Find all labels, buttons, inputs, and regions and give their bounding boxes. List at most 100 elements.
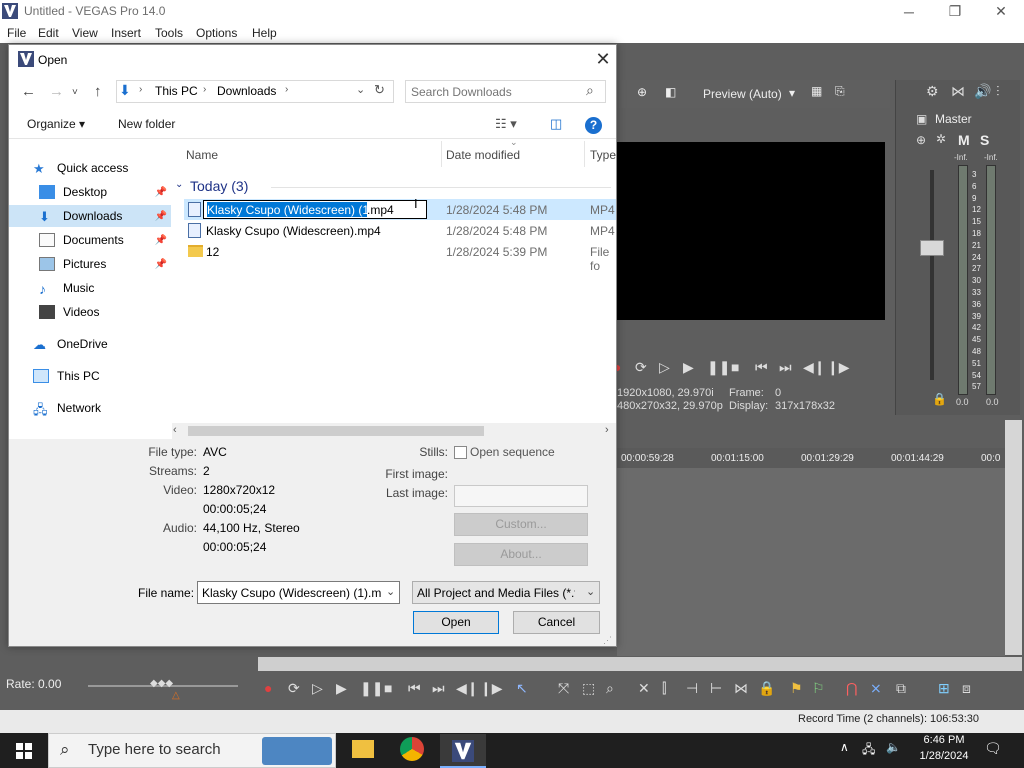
nav-item-videos[interactable]: Videos (39, 301, 171, 323)
lock-envelopes-icon[interactable]: ⊞ (938, 680, 950, 697)
lock-icon[interactable]: 🔒 (932, 392, 947, 406)
menu-options[interactable]: Options (196, 26, 237, 40)
mixer-icon[interactable]: ⫶ (996, 83, 1000, 100)
menu-help[interactable]: Help (252, 26, 277, 40)
next-frame-icon[interactable]: ❙▶ (827, 359, 850, 376)
menu-file[interactable]: File (7, 26, 26, 40)
chevron-up-icon[interactable]: ∧ (840, 740, 849, 754)
auto-crossfade-icon[interactable]: ⨯ (870, 680, 882, 697)
nav-item-network[interactable]: 🖧 Network (33, 397, 171, 419)
copy-frame-icon[interactable]: ⎘ (835, 84, 845, 99)
go-to-end-icon[interactable]: ⏭ (779, 359, 792, 376)
nav-item-documents[interactable]: Documents 📌 (39, 229, 171, 251)
tray-date[interactable]: 1/28/2024 (912, 750, 976, 762)
trim-end-icon[interactable]: ⊢ (710, 680, 722, 697)
trim-start-icon[interactable]: ⊣ (686, 680, 698, 697)
ripple-edit-icon[interactable]: ⧉ (896, 680, 906, 697)
address-dropdown-icon[interactable]: ⌄ (356, 83, 365, 96)
pin-icon[interactable]: 📌 (155, 187, 167, 198)
search-icon[interactable]: ⌕ (586, 82, 594, 99)
column-header-type[interactable]: Type (590, 148, 616, 162)
menu-edit[interactable]: Edit (38, 26, 59, 40)
close-icon[interactable]: ✕ (594, 50, 612, 68)
loop-icon[interactable]: ⟳ (635, 359, 647, 376)
nav-item-onedrive[interactable]: ☁ OneDrive (33, 333, 171, 355)
pan-icon[interactable]: ⊕ (916, 133, 926, 147)
marker-icon[interactable]: ⚑ (790, 680, 803, 697)
pause-icon[interactable]: ❚❚ (707, 359, 730, 376)
column-divider[interactable] (441, 141, 442, 167)
go-to-end-icon[interactable]: ⏭ (432, 680, 445, 697)
chrome-icon[interactable] (400, 737, 424, 761)
scrollbar-thumb[interactable] (188, 426, 484, 436)
recent-locations-icon[interactable]: ˅ (72, 87, 78, 98)
envelope-tool-icon[interactable]: ⤧ (558, 680, 569, 697)
nav-item-music[interactable]: ♪ Music (39, 277, 171, 299)
restore-icon[interactable]: ❐ (932, 0, 978, 23)
pin-icon[interactable]: 📌 (155, 211, 167, 222)
preview-quality-select[interactable]: Preview (Auto) (703, 87, 782, 101)
forward-arrow-icon[interactable]: → (49, 83, 64, 100)
split-icon[interactable]: ⊕ (637, 85, 647, 99)
lock-icon[interactable]: 🔒 (758, 680, 775, 697)
scroll-right-icon[interactable]: › (605, 424, 609, 436)
gear-icon[interactable]: ⚙ (926, 83, 939, 100)
master-fader-handle[interactable] (920, 240, 944, 256)
back-arrow-icon[interactable]: ← (21, 83, 36, 100)
stop-icon[interactable]: ■ (731, 359, 739, 375)
zoom-tool-icon[interactable]: ⌕ (606, 680, 614, 697)
timeline-track-area[interactable] (617, 468, 1005, 656)
pin-icon[interactable]: 📌 (155, 259, 167, 270)
refresh-icon[interactable]: ↻ (374, 82, 385, 98)
stop-icon[interactable]: ■ (384, 680, 392, 696)
network-icon[interactable]: 🖧 (862, 740, 875, 761)
file-row[interactable] (184, 241, 616, 262)
play-from-start-icon[interactable]: ▷ (659, 359, 670, 376)
open-button[interactable]: Open (413, 611, 499, 634)
timeline-ruler[interactable]: 00:00:59:28 00:01:15:00 00:01:29:29 00:0… (617, 448, 1005, 468)
last-image-field[interactable] (454, 485, 588, 507)
close-window-icon[interactable]: ✕ (978, 0, 1024, 23)
grid-icon[interactable]: ▦ (811, 84, 822, 98)
minimize-icon[interactable]: ─ (886, 0, 932, 23)
previous-frame-icon[interactable]: ◀❙ (803, 359, 826, 376)
help-button[interactable]: ? (585, 117, 602, 134)
nav-item-desktop[interactable]: Desktop 📌 (39, 181, 171, 203)
start-button[interactable] (0, 733, 48, 768)
tray-time[interactable]: 6:46 PM (918, 734, 970, 746)
up-arrow-icon[interactable]: ↑ (94, 83, 102, 100)
ignore-grouping-icon[interactable]: ⧈ (962, 680, 971, 697)
group-header-today[interactable]: Today (3) (190, 178, 248, 194)
fx-icon[interactable]: ✲ (936, 132, 946, 146)
overlay-icon[interactable]: ◧ (665, 85, 676, 99)
new-folder-button[interactable]: New folder (118, 117, 175, 131)
resize-grip-icon[interactable]: ⋰ (603, 635, 612, 646)
play-from-start-icon[interactable]: ▷ (312, 680, 323, 697)
timeline-horizontal-scrollbar[interactable] (258, 657, 1022, 671)
custom-button[interactable]: Custom... (454, 513, 588, 536)
menu-insert[interactable]: Insert (111, 26, 141, 40)
trim-icon[interactable]: ⫿ (662, 680, 666, 697)
region-icon[interactable]: ⚐ (812, 680, 825, 697)
file-explorer-icon[interactable] (352, 740, 374, 758)
breadcrumb-downloads[interactable]: Downloads (217, 84, 276, 98)
nav-item-pictures[interactable]: Pictures 📌 (39, 253, 171, 275)
play-icon[interactable]: ▶ (336, 680, 347, 697)
rate-handle-icon[interactable]: ◆◆◆ (150, 678, 173, 689)
split-icon[interactable]: ⋈ (734, 680, 748, 697)
nav-item-downloads[interactable]: ⬇ Downloads 📌 (9, 205, 171, 227)
pause-icon[interactable]: ❚❚ (360, 680, 383, 697)
master-solo-button[interactable]: S (980, 132, 989, 148)
normal-edit-tool-icon[interactable]: ↖ (516, 680, 528, 697)
column-header-name[interactable]: Name (186, 148, 218, 162)
pin-icon[interactable]: 📌 (155, 235, 167, 246)
record-icon[interactable]: ● (264, 680, 272, 696)
go-to-start-icon[interactable]: ⏮ (408, 680, 421, 697)
chevron-down-icon[interactable]: ⌄ (386, 585, 395, 598)
speaker-icon[interactable]: 🔊 (974, 83, 991, 100)
master-mute-button[interactable]: M (958, 132, 970, 148)
column-divider[interactable] (584, 141, 585, 167)
column-header-date[interactable]: Date modified (446, 148, 520, 162)
snapping-icon[interactable]: ⋂ (846, 680, 857, 697)
play-icon[interactable]: ▶ (683, 359, 694, 376)
